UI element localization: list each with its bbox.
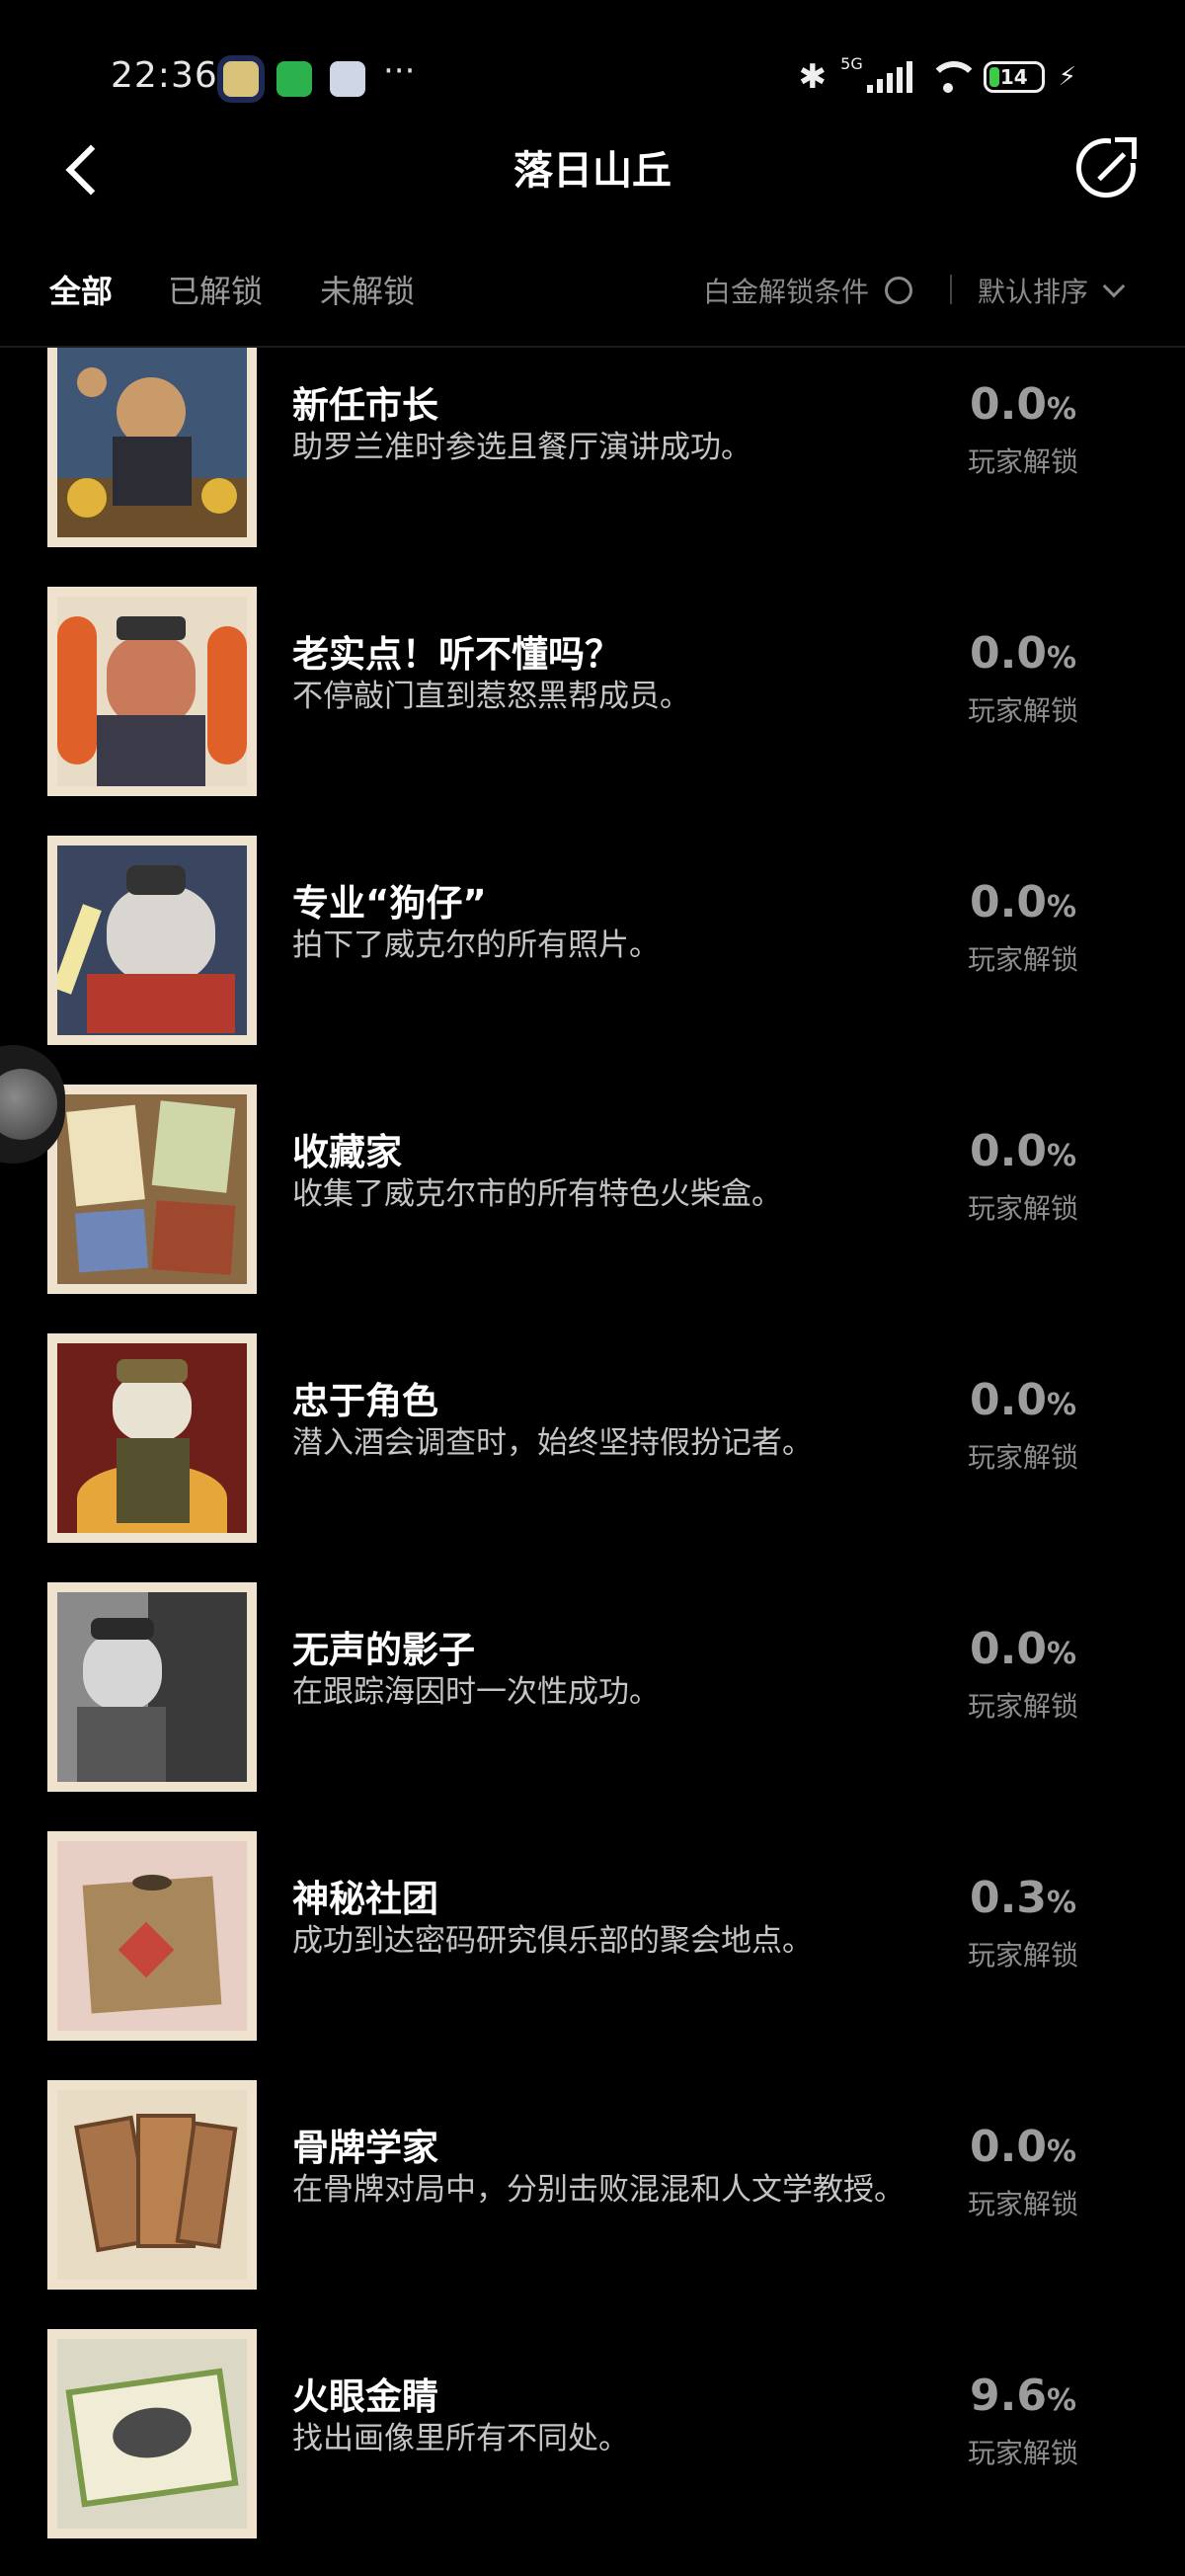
- achievement-thumbnail: [47, 2080, 257, 2290]
- achievement-description: 助罗兰准时参选且餐厅演讲成功。: [292, 430, 751, 465]
- achievement-thumbnail: [47, 348, 257, 547]
- achievement-item[interactable]: 专业“狗仔” 拍下了威克尔的所有照片。 0.0% 玩家解锁: [0, 836, 1185, 1053]
- notification-app-icon: [223, 61, 259, 97]
- platinum-filter-label: 白金解锁条件: [703, 276, 870, 308]
- achievement-title: 专业“狗仔”: [292, 882, 487, 925]
- achievement-item[interactable]: 无声的影子 在跟踪海因时一次性成功。 0.0% 玩家解锁: [0, 1582, 1185, 1800]
- charging-bolt-icon: ⚡: [1058, 62, 1076, 92]
- unlock-percentage: 0.0%: [969, 1375, 1076, 1425]
- bluetooth-icon: ✱: [798, 57, 828, 97]
- unlock-label: 玩家解锁: [967, 2437, 1078, 2469]
- achievement-title: 新任市长: [292, 384, 438, 427]
- unlock-label: 玩家解锁: [967, 694, 1078, 727]
- tab-locked[interactable]: 未解锁: [320, 267, 415, 312]
- radio-circle-icon: [885, 277, 913, 304]
- chevron-down-icon: [1102, 275, 1126, 298]
- unlock-percentage: 0.0%: [969, 379, 1076, 430]
- unlock-percentage: 0.0%: [969, 1126, 1076, 1176]
- more-notifications-icon: ···: [383, 51, 416, 91]
- signal-icon: [866, 61, 912, 93]
- achievement-item[interactable]: 忠于角色 潜入酒会调查时，始终坚持假扮记者。 0.0% 玩家解锁: [0, 1333, 1185, 1551]
- achievement-description: 收集了威克尔市的所有特色火柴盒。: [292, 1176, 782, 1212]
- unlock-percentage: 0.0%: [969, 1624, 1076, 1674]
- share-icon[interactable]: [1076, 133, 1141, 198]
- achievement-item[interactable]: 神秘社团 成功到达密码研究俱乐部的聚会地点。 0.3% 玩家解锁: [0, 1831, 1185, 2049]
- achievement-title: 忠于角色: [292, 1380, 438, 1422]
- unlock-label: 玩家解锁: [967, 1690, 1078, 1723]
- tab-unlocked[interactable]: 已解锁: [168, 267, 263, 312]
- achievement-thumbnail: [47, 587, 257, 796]
- achievement-title: 火眼金睛: [292, 2375, 438, 2418]
- unlock-percentage: 0.3%: [969, 1873, 1076, 1923]
- achievement-title: 无声的影子: [292, 1629, 475, 1671]
- achievement-title: 骨牌学家: [292, 2127, 438, 2169]
- unlock-label: 玩家解锁: [967, 2188, 1078, 2220]
- achievement-item[interactable]: 收藏家 收集了威克尔市的所有特色火柴盒。 0.0% 玩家解锁: [0, 1085, 1185, 1302]
- status-time: 22:36: [111, 55, 218, 96]
- achievement-description: 找出画像里所有不同处。: [292, 2421, 629, 2456]
- achievement-item[interactable]: 火眼金睛 找出画像里所有不同处。 9.6% 玩家解锁: [0, 2329, 1185, 2546]
- unlock-label: 玩家解锁: [967, 1939, 1078, 1972]
- achievement-thumbnail: [47, 1085, 257, 1294]
- status-bar: 22:36 ··· ✱ 5G 14 ⚡: [0, 0, 1185, 128]
- unlock-label: 玩家解锁: [967, 445, 1078, 478]
- achievement-item[interactable]: 老实点！听不懂吗？ 不停敲门直到惹怒黑帮成员。 0.0% 玩家解锁: [0, 587, 1185, 804]
- wifi-icon: [926, 59, 980, 95]
- achievement-list[interactable]: 新任市长 助罗兰准时参选且餐厅演讲成功。 0.0% 玩家解锁 老实点！听不懂吗？…: [0, 348, 1185, 2576]
- unlock-label: 玩家解锁: [967, 943, 1078, 976]
- unlock-percentage: 0.0%: [969, 2122, 1076, 2172]
- achievement-description: 潜入酒会调查时，始终坚持假扮记者。: [292, 1425, 813, 1461]
- achievement-title: 收藏家: [292, 1131, 402, 1173]
- battery-level: 14: [999, 65, 1028, 89]
- unlock-label: 玩家解锁: [967, 1441, 1078, 1474]
- achievement-item[interactable]: 新任市长 助罗兰准时参选且餐厅演讲成功。 0.0% 玩家解锁: [0, 348, 1185, 555]
- achievement-thumbnail: [47, 2329, 257, 2538]
- achievement-description: 成功到达密码研究俱乐部的聚会地点。: [292, 1923, 813, 1959]
- achievement-description: 拍下了威克尔的所有照片。: [292, 927, 660, 963]
- sort-label: 默认排序: [978, 276, 1089, 308]
- filter-divider: [950, 275, 952, 304]
- status-indicators: ✱ 5G 14 ⚡: [798, 53, 1076, 99]
- tab-all[interactable]: 全部: [49, 267, 113, 312]
- achievement-description: 在跟踪海因时一次性成功。: [292, 1674, 660, 1710]
- platinum-filter-toggle[interactable]: 白金解锁条件: [703, 271, 913, 310]
- achievement-thumbnail: [47, 1582, 257, 1792]
- achievement-thumbnail: [47, 836, 257, 1045]
- achievement-title: 老实点！听不懂吗？: [292, 633, 621, 676]
- achievement-item[interactable]: 骨牌学家 在骨牌对局中，分别击败混混和人文学教授。 0.0% 玩家解锁: [0, 2080, 1185, 2297]
- achievement-thumbnail: [47, 1333, 257, 1543]
- sort-dropdown[interactable]: 默认排序: [978, 271, 1126, 310]
- achievement-thumbnail: [47, 1831, 257, 2041]
- unlock-percentage: 9.6%: [969, 2371, 1076, 2421]
- achievement-description: 在骨牌对局中，分别击败混混和人文学教授。: [292, 2172, 905, 2208]
- charging-app-icon: [276, 61, 312, 97]
- achievement-title: 神秘社团: [292, 1878, 438, 1920]
- unlock-label: 玩家解锁: [967, 1192, 1078, 1225]
- achievement-description: 不停敲门直到惹怒黑帮成员。: [292, 679, 690, 714]
- network-type: 5G: [840, 53, 863, 73]
- unlock-percentage: 0.0%: [969, 628, 1076, 679]
- unlock-percentage: 0.0%: [969, 877, 1076, 927]
- bot-app-icon: [330, 61, 365, 97]
- battery-icon: 14: [983, 61, 1045, 93]
- page-title: 落日山丘: [514, 148, 672, 194]
